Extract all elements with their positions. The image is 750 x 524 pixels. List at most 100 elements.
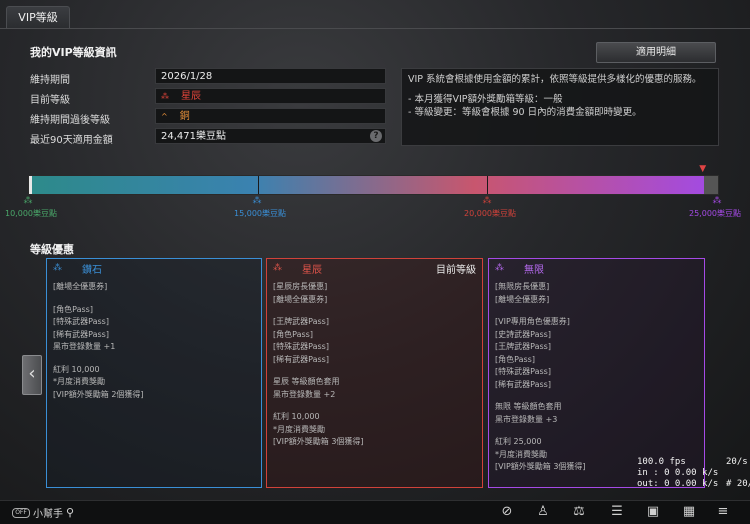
scale-icon[interactable]: ⚖ — [570, 504, 588, 520]
card-diamond-line — [53, 354, 255, 364]
card-star-line — [273, 306, 476, 316]
star-icon: ⁂ — [161, 92, 169, 101]
card-diamond-line: [特殊武器Pass] — [53, 317, 109, 326]
card-star-line — [273, 401, 476, 411]
tier-icon-4: ⁂ — [712, 196, 722, 206]
progress-fill — [29, 176, 705, 194]
card-infinite-line: [離場全優惠券] — [495, 294, 550, 304]
card-star-line: *月度消費獎勵 — [273, 424, 325, 434]
tier-label-4: 25,000樂豆點 — [689, 209, 741, 218]
tier-icon-2: ⁂ — [252, 196, 262, 206]
card-infinite-line: [特殊武器Pass] — [495, 367, 551, 376]
bottom-bar: OFF 小幫手 ⚲ ⊘ ♙ ⚖ ☰ ▣ ▦ ≡ — [0, 500, 750, 524]
tab-vip-level[interactable]: VIP等級 — [6, 6, 70, 29]
progress-start-marker — [29, 176, 32, 194]
card-star-header: ⁂ 星辰 目前等級 — [267, 259, 482, 277]
card-infinite-line — [495, 306, 698, 316]
card-infinite-line: [史詩武器Pass] — [495, 329, 551, 339]
in-text: in : 0 0.00 k/s — [637, 468, 719, 478]
card-infinite-line: [VIP專用角色優惠券] — [495, 317, 570, 326]
card-infinite-line — [495, 391, 698, 401]
progress-tick — [487, 176, 488, 194]
checklist-icon[interactable]: ☰ — [608, 504, 626, 520]
toggle-pill[interactable]: OFF — [12, 507, 30, 518]
current-level-value: 星辰 — [181, 91, 201, 102]
card-star-line: [VIP額外獎勵箱 3個獲得] — [273, 437, 364, 446]
fps-text: 100.0 fps — [637, 457, 686, 467]
helper-button[interactable]: OFF 小幫手 ⚲ — [12, 505, 74, 520]
info-line-2: - 本月獲得VIP額外獎勵箱等級：一般 — [408, 94, 563, 105]
card-infinite-line: 黑市登錄數量 +3 — [495, 414, 558, 424]
book-icon[interactable]: ▣ — [644, 504, 662, 520]
row-label-next: 維持期間過後等級 — [30, 115, 110, 126]
info-line-3: - 等級變更：等級會根據 90 日內的消費金額即時變更。 — [408, 107, 642, 118]
row-value-current: ⁂ 星辰 — [155, 88, 386, 104]
card-star-line: 星辰 等級顏色套用 — [273, 377, 340, 386]
card-infinite-line: 紅利 25,000 — [495, 437, 542, 446]
card-star-line: [星辰房長優惠] — [273, 282, 328, 291]
current-position-marker: ▼ — [699, 164, 707, 174]
helper-label: 小幫手 — [33, 509, 63, 520]
card-infinite-line: [稀有武器Pass] — [495, 379, 551, 389]
card-infinite-line — [495, 426, 698, 436]
search-icon[interactable]: ⚲ — [66, 506, 74, 519]
tier-icon-1: ⁂ — [23, 196, 33, 206]
period-value: 2026/1/28 — [161, 71, 213, 82]
card-diamond-line: [角色Pass] — [53, 304, 93, 314]
calendar-icon[interactable]: ▦ — [680, 504, 698, 520]
card-star-title: 星辰 — [302, 264, 322, 276]
stats-right: 20/s # 20/s — [726, 457, 750, 490]
row-label-current: 目前等級 — [30, 95, 70, 106]
info-line-1: VIP 系統會根據使用金額的累計，依照等級提供多樣化的優惠的服務。 — [408, 74, 702, 85]
compass-icon[interactable]: ⊘ — [498, 504, 516, 520]
card-star-line: [角色Pass] — [273, 329, 313, 339]
detail-button[interactable]: 適用明細 — [596, 42, 716, 63]
card-star-line: [離場全優惠券] — [273, 294, 328, 304]
card-diamond: ⁂ 鑽石 [離場全優惠券] [角色Pass] [特殊武器Pass] [稀有武器Pass… — [46, 258, 262, 488]
card-diamond-line: 黑市登錄數量 +1 — [53, 342, 116, 351]
card-diamond-line: [VIP額外獎勵箱 2個獲得] — [53, 389, 144, 399]
row-value-next: ^ 銅 — [155, 108, 386, 124]
amount-value: 24,471樂豆點 — [161, 131, 226, 142]
info-box: VIP 系統會根據使用金額的累計，依照等級提供多樣化的優惠的服務。 - 本月獲得… — [401, 68, 719, 146]
benefits-title: 等級優惠 — [30, 243, 74, 256]
prev-arrow-button[interactable]: ‹ — [22, 355, 42, 395]
tier-label-1: 10,000樂豆點 — [5, 209, 57, 218]
card-infinite-line: 無限 等級顏色套用 — [495, 402, 562, 411]
card-diamond-line: [離場全優惠券] — [53, 282, 108, 291]
row-value-period: 2026/1/28 — [155, 68, 386, 84]
card-diamond-body: [離場全優惠券] [角色Pass] [特殊武器Pass] [稀有武器Pass] 黑市登錄… — [47, 277, 261, 405]
diamond-icon: ⁂ — [53, 263, 62, 273]
card-infinite-line: [王牌武器Pass] — [495, 342, 551, 351]
card-infinite-title: 無限 — [524, 264, 544, 276]
runner-icon[interactable]: ♙ — [534, 504, 552, 520]
menu-icon[interactable]: ≡ — [714, 504, 732, 520]
card-star-body: [星辰房長優惠] [離場全優惠券] [王牌武器Pass] [角色Pass] [特殊武器P… — [267, 277, 482, 453]
card-diamond-line: [稀有武器Pass] — [53, 329, 109, 339]
infinite-icon: ⁂ — [495, 263, 504, 273]
card-diamond-title: 鑽石 — [82, 264, 102, 276]
card-infinite-line: [角色Pass] — [495, 354, 535, 364]
star-tier-icon: ⁂ — [273, 263, 282, 273]
card-star-line: [特殊武器Pass] — [273, 342, 329, 351]
card-diamond-header: ⁂ 鑽石 — [47, 259, 261, 277]
tier-icon-3: ⁂ — [482, 196, 492, 206]
progress-bar: ▼ — [28, 164, 719, 195]
help-icon[interactable]: ? — [370, 130, 382, 142]
progress-tick — [258, 176, 259, 194]
network-stats: 100.0 fps in : 0 0.00 k/s out: 0 0.00 k/… — [637, 457, 718, 490]
card-star-line: [王牌武器Pass] — [273, 317, 329, 326]
row-label-amount: 最近90天適用金額 — [30, 135, 113, 146]
card-star-line: 紅利 10,000 — [273, 412, 320, 421]
row-value-amount: 24,471樂豆點? — [155, 128, 386, 144]
card-infinite-line: [無限房長優惠] — [495, 282, 550, 291]
current-level-badge: 目前等級 — [436, 264, 476, 276]
rate-2: # 20/s — [726, 479, 750, 489]
card-star-line: 黑市登錄數量 +2 — [273, 389, 336, 399]
out-text: out: 0 0.00 k/s — [637, 479, 719, 489]
card-star-line: [稀有武器Pass] — [273, 354, 329, 364]
card-star: ⁂ 星辰 目前等級 [星辰房長優惠] [離場全優惠券] [王牌武器Pass] [角色P… — [266, 258, 483, 488]
row-label-period: 維持期間 — [30, 75, 70, 86]
section-title: 我的VIP等級資訊 — [30, 46, 117, 59]
card-diamond-line: 紅利 10,000 — [53, 364, 100, 374]
